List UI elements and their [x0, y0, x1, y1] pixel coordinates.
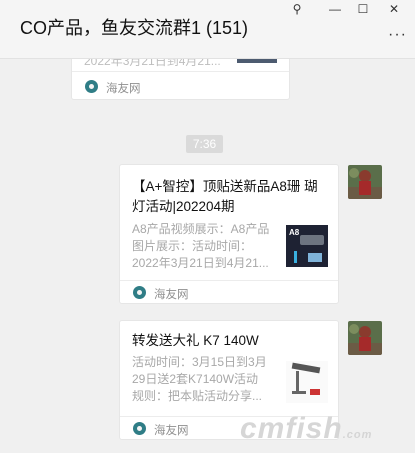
thumbnail-tag [310, 389, 320, 395]
card-title-line2: 灯活动|202204期 [132, 199, 235, 214]
avatar[interactable] [348, 321, 382, 355]
card-description-line2: 图片展示：活动时间： [132, 239, 253, 253]
maximize-icon-overlay[interactable]: ☐ [353, 2, 373, 16]
partial-card-top-strip: 2022年3月21日到4月21... [72, 59, 289, 69]
card-separator [72, 71, 289, 72]
card-title-line1: 【A+智控】顶贴送新品A8珊 瑚 [132, 179, 318, 194]
watermark-main: cmfish [240, 412, 343, 445]
message-timestamp: 7:36 [186, 135, 223, 153]
partial-card-top-text: 2022年3月21日到4月21... [84, 59, 221, 68]
partial-card-thumb-strip [237, 59, 277, 63]
thumbnail-label: A8 [289, 228, 300, 237]
thumbnail-device [300, 235, 324, 245]
card-description-line1: 活动时间：3月15日到3月 [132, 355, 267, 369]
card-source: 海友网 [154, 425, 189, 437]
minimize-icon-overlay[interactable]: — [325, 2, 345, 16]
thumbnail-arm [296, 371, 299, 393]
card-thumbnail: A8 [286, 225, 328, 267]
card-description-line3: 2022年3月21日到4月21... [132, 256, 269, 270]
source-icon [133, 286, 146, 299]
watermark-suffix: .com [342, 429, 373, 441]
avatar[interactable] [348, 165, 382, 199]
card-description-line1: A8产品视频展示：A8产品 [132, 222, 270, 236]
card-source: 海友网 [106, 83, 141, 95]
card-description-line2: 29日送2套K7140W活动 [132, 372, 259, 386]
pin-icon-overlay[interactable]: ⚲ [287, 2, 307, 16]
more-options-icon-overlay[interactable]: ··· [388, 26, 407, 44]
watermark: cmfish.com [240, 412, 372, 446]
source-icon [85, 80, 98, 93]
thumbnail-base [292, 391, 306, 394]
card-description-line3: 规则：把本贴活动分享... [132, 389, 263, 403]
link-card-a8[interactable]: 【A+智控】顶贴送新品A8珊 瑚 灯活动|202204期 A8产品视频展示：A8… [119, 164, 339, 304]
thumbnail-image [308, 253, 322, 262]
card-source: 海友网 [154, 289, 189, 301]
card-title-line1: 转发送大礼 K7 140W [132, 333, 259, 348]
chat-title-overlay: CO产品，鱼友交流群1 (151) [20, 18, 249, 38]
thumbnail-light [294, 251, 297, 263]
source-icon [133, 422, 146, 435]
card-separator [120, 280, 338, 281]
card-thumbnail [286, 361, 328, 403]
close-icon-overlay[interactable]: ✕ [384, 2, 404, 16]
